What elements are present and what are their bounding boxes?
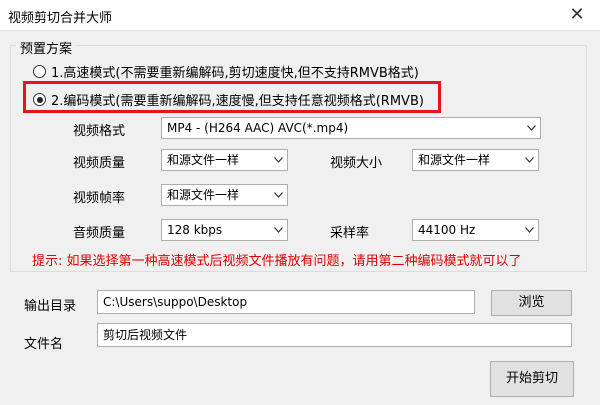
video-size-label: 视频大小 [330,156,383,171]
chevron-down-icon [522,118,540,138]
video-format-select[interactable]: MP4 - (H264 AAC) AVC(*.mp4) [161,117,541,139]
file-name-label: 文件名 [24,337,64,352]
output-dir-value: C:\Users\suppo\Desktop [103,295,248,309]
radio-button-encode[interactable] [33,93,46,106]
output-dir-field[interactable]: C:\Users\suppo\Desktop [97,290,475,314]
audio-quality-select[interactable]: 128 kbps [161,219,288,241]
preset-legend: 预置方案 [16,38,77,57]
video-quality-select[interactable]: 和源文件一样 [161,149,288,171]
audio-quality-label: 音频质量 [73,226,126,241]
window-title: 视频剪切合并大师 [8,11,113,26]
file-name-field[interactable]: 剪切后视频文件 [97,323,572,347]
radio-button-fast[interactable] [33,65,46,78]
file-name-value: 剪切后视频文件 [103,328,188,342]
title-bar: 视频剪切合并大师 ✕ [0,0,600,31]
video-fps-label: 视频帧率 [73,191,126,206]
video-size-value: 和源文件一样 [418,153,491,167]
chevron-down-icon [269,150,287,170]
video-quality-label: 视频质量 [73,156,126,171]
chevron-down-icon [520,220,538,240]
radio-option-encode-mode[interactable]: 2.编码模式(需要重新编解码,速度慢,但支持任意视频格式(RMVB) [33,90,424,109]
sample-rate-select[interactable]: 44100 Hz [412,219,539,241]
video-fps-select[interactable]: 和源文件一样 [161,184,288,206]
video-fps-value: 和源文件一样 [167,188,240,202]
video-format-label: 视频格式 [73,124,126,139]
radio-option-fast-mode[interactable]: 1.高速模式(不需要重新编解码,剪切速度快,但不支持RMVB格式) [33,62,419,81]
start-cut-button[interactable]: 开始剪切 [490,361,574,397]
close-button[interactable]: ✕ [554,0,600,30]
chevron-down-icon [269,185,287,205]
video-format-value: MP4 - (H264 AAC) AVC(*.mp4) [167,121,349,135]
hint-text: 提示: 如果选择第一种高速模式后视频文件播放有问题，请用第二种编码模式就可以了 [32,254,522,269]
sample-rate-value: 44100 Hz [418,223,476,237]
radio-label-fast: 1.高速模式(不需要重新编解码,剪切速度快,但不支持RMVB格式) [51,66,419,81]
close-icon: ✕ [569,4,585,25]
video-size-select[interactable]: 和源文件一样 [412,149,539,171]
audio-quality-value: 128 kbps [167,223,223,237]
chevron-down-icon [269,220,287,240]
chevron-down-icon [520,150,538,170]
output-dir-label: 输出目录 [24,299,77,314]
browse-button[interactable]: 浏览 [491,290,572,316]
radio-label-encode: 2.编码模式(需要重新编解码,速度慢,但支持任意视频格式(RMVB) [51,94,424,109]
video-quality-value: 和源文件一样 [167,153,240,167]
sample-rate-label: 采样率 [330,226,370,241]
